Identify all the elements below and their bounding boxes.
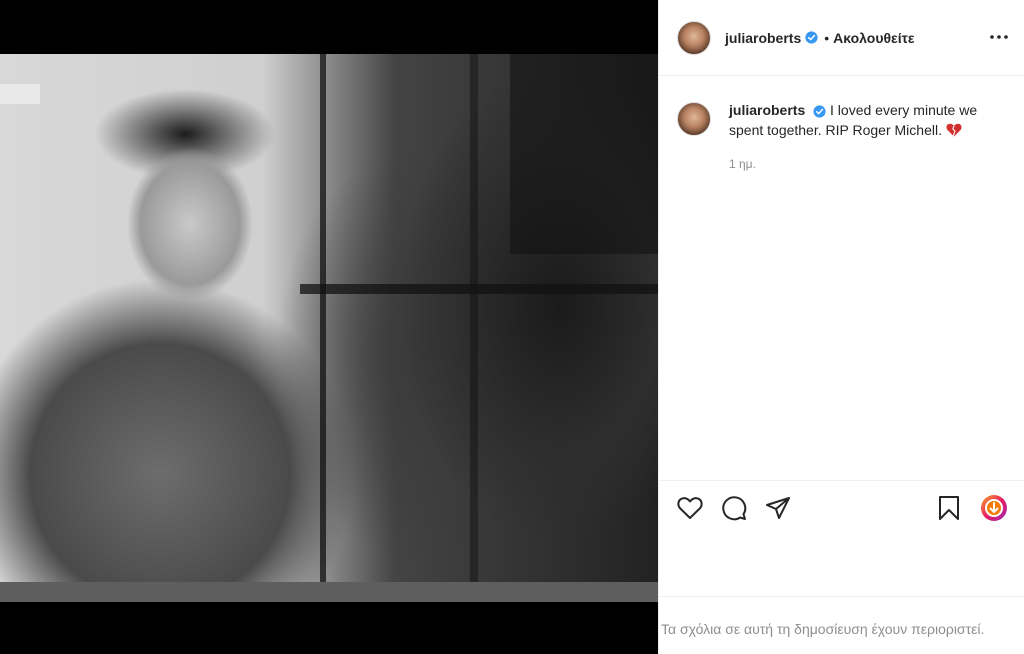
- post-photo[interactable]: [0, 54, 658, 582]
- verified-badge-icon: [813, 105, 826, 118]
- avatar[interactable]: [677, 20, 711, 55]
- bookmark-icon[interactable]: [934, 493, 964, 523]
- post-header: juliaroberts • Ακολουθείτε: [659, 0, 1024, 76]
- post-timestamp[interactable]: 1 ημ.: [729, 154, 1007, 174]
- post-caption: juliaroberts I loved every minute we spe…: [677, 100, 1007, 174]
- comments-restricted-notice: Τα σχόλια σε αυτή τη δημοσίευση έχουν πε…: [659, 596, 1024, 654]
- verified-badge-icon: [805, 31, 818, 44]
- action-bar: [659, 480, 1024, 536]
- separator-dot: •: [824, 29, 830, 46]
- header-username[interactable]: juliaroberts: [725, 30, 801, 46]
- media-caption-strip: [0, 582, 658, 602]
- extension-download-icon[interactable]: [979, 493, 1009, 523]
- comment-icon[interactable]: [719, 493, 749, 523]
- post-media[interactable]: [0, 0, 658, 654]
- post-sidebar: juliaroberts • Ακολουθείτε juliaroberts: [658, 0, 1024, 654]
- caption-username[interactable]: juliaroberts: [729, 102, 805, 118]
- paper-plane-icon[interactable]: [763, 493, 793, 523]
- broken-heart-emoji: [946, 123, 962, 137]
- caption-avatar[interactable]: [677, 102, 711, 136]
- more-options-icon[interactable]: [989, 27, 1009, 47]
- heart-icon[interactable]: [675, 493, 705, 523]
- follow-status-button[interactable]: Ακολουθείτε: [833, 30, 914, 46]
